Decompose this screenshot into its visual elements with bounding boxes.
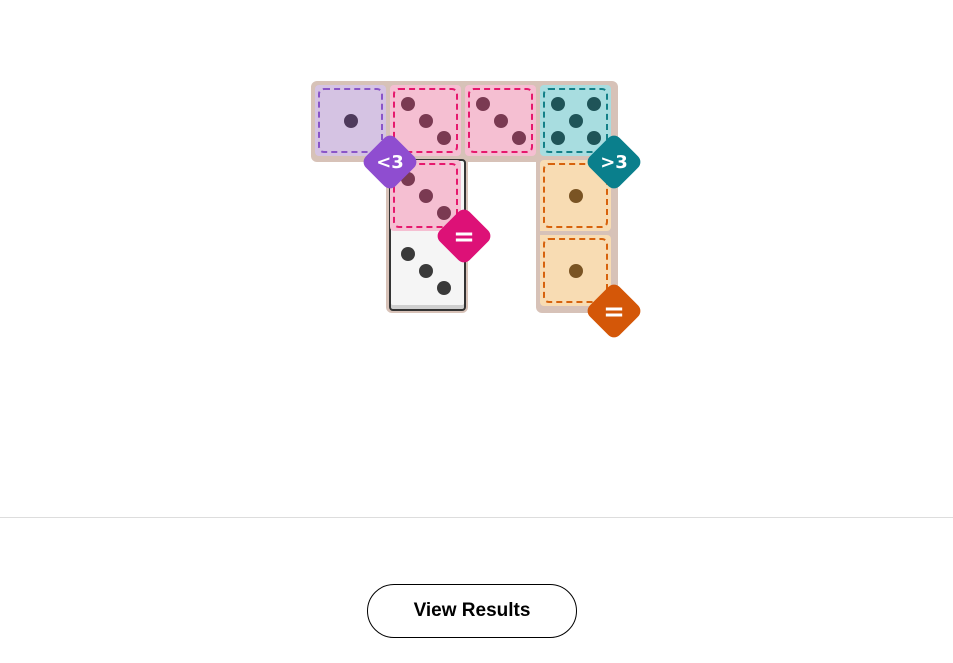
cell-pink-3b[interactable]	[465, 85, 536, 156]
pip-dot	[419, 189, 433, 203]
pip-dot	[401, 97, 415, 111]
pip-dot	[437, 281, 451, 295]
pip-dot	[344, 114, 358, 128]
region-rule-purple: <3	[376, 152, 404, 173]
pip-dot	[569, 114, 583, 128]
pip-dot	[569, 264, 583, 278]
pip-dot	[437, 131, 451, 145]
puzzle-board: <3 = >3 =	[0, 0, 953, 520]
pip-dot	[587, 131, 601, 145]
pip-dot	[419, 264, 433, 278]
region-rule-teal: >3	[600, 152, 628, 173]
pip-dot	[476, 97, 490, 111]
pip-dot	[569, 189, 583, 203]
pip-dot	[512, 131, 526, 145]
pip-dot	[419, 114, 433, 128]
pip-dot	[551, 97, 565, 111]
pip-dot	[401, 247, 415, 261]
region-rule-orange: =	[603, 297, 625, 327]
divider	[0, 517, 953, 518]
pip-dot	[587, 97, 601, 111]
pip-dot	[551, 131, 565, 145]
pip-dot	[437, 206, 451, 220]
region-rule-pink: =	[453, 222, 475, 252]
pip-dot	[494, 114, 508, 128]
view-results-button[interactable]: View Results	[367, 584, 577, 638]
